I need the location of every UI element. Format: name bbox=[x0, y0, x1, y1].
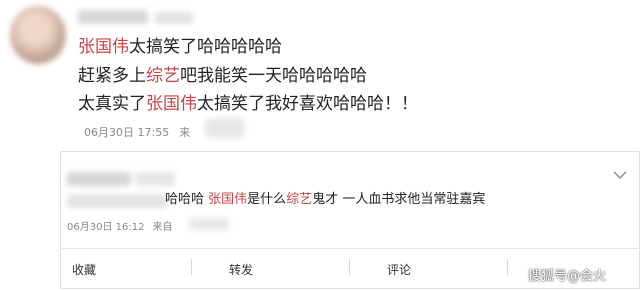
post-text: 吧我能笑一天哈哈哈哈哈 bbox=[180, 66, 367, 86]
comment-prefix: 哈哈哈 bbox=[165, 192, 205, 207]
avatar[interactable] bbox=[10, 6, 66, 64]
comment-suffix: 鬼才 一人血书求他当常驻嘉宾 bbox=[312, 192, 486, 207]
highlight-text: 综艺 bbox=[146, 66, 180, 86]
post-text: 太真实了 bbox=[78, 94, 146, 114]
commenter-name-blurred[interactable] bbox=[67, 172, 131, 186]
forward-button[interactable]: 转发 bbox=[229, 261, 253, 278]
commenter-extra-blurred bbox=[135, 172, 175, 186]
post-line-3: 太真实了张国伟太搞笑了我好喜欢哈哈哈！！ bbox=[78, 94, 418, 114]
watermark: 搜狐号@会火 bbox=[528, 269, 607, 284]
post-source-blurred bbox=[205, 118, 245, 138]
comment-source-label: 来自 bbox=[152, 222, 173, 233]
username-extra-blurred bbox=[155, 12, 193, 24]
username-blurred[interactable] bbox=[78, 10, 148, 24]
comment-date: 06月30日 16:12 bbox=[67, 222, 145, 233]
comment-text: 哈哈哈 张国伟是什么综艺鬼才 一人血书求他当常驻嘉宾 bbox=[165, 192, 485, 208]
post-text: 太搞笑了我好喜欢哈哈哈！！ bbox=[197, 94, 418, 114]
highlight-text: 张国伟 bbox=[146, 94, 197, 114]
post-card: 张国伟太搞笑了哈哈哈哈哈 赶紧多上综艺吧我能笑一天哈哈哈哈哈 太真实了张国伟太搞… bbox=[0, 0, 640, 150]
post-line-1: 张国伟太搞笑了哈哈哈哈哈 bbox=[78, 37, 282, 57]
post-text: 太搞笑了哈哈哈哈哈 bbox=[129, 37, 282, 57]
divider bbox=[349, 259, 350, 275]
favorite-button[interactable]: 收藏 bbox=[72, 261, 96, 278]
post-source-label: 来 bbox=[179, 126, 191, 139]
comment-meta: 06月30日 16:12 来自 bbox=[67, 218, 172, 233]
chevron-down-icon[interactable] bbox=[613, 170, 627, 180]
comment-prefix-blurred bbox=[67, 194, 167, 208]
highlight-text: 张国伟 bbox=[78, 37, 129, 57]
post-meta: 06月30日 17:55 来 bbox=[84, 124, 190, 140]
divider bbox=[191, 259, 192, 275]
comment-mid: 是什么 bbox=[247, 192, 287, 207]
highlight-text: 张国伟 bbox=[208, 192, 248, 207]
highlight-text: 综艺 bbox=[286, 192, 313, 207]
post-text: 赶紧多上 bbox=[78, 66, 146, 86]
post-line-2: 赶紧多上综艺吧我能笑一天哈哈哈哈哈 bbox=[78, 66, 367, 86]
divider bbox=[507, 259, 508, 275]
comment-source-blurred bbox=[189, 218, 229, 230]
comment-button[interactable]: 评论 bbox=[387, 261, 411, 278]
post-date: 06月30日 17:55 bbox=[84, 126, 170, 139]
